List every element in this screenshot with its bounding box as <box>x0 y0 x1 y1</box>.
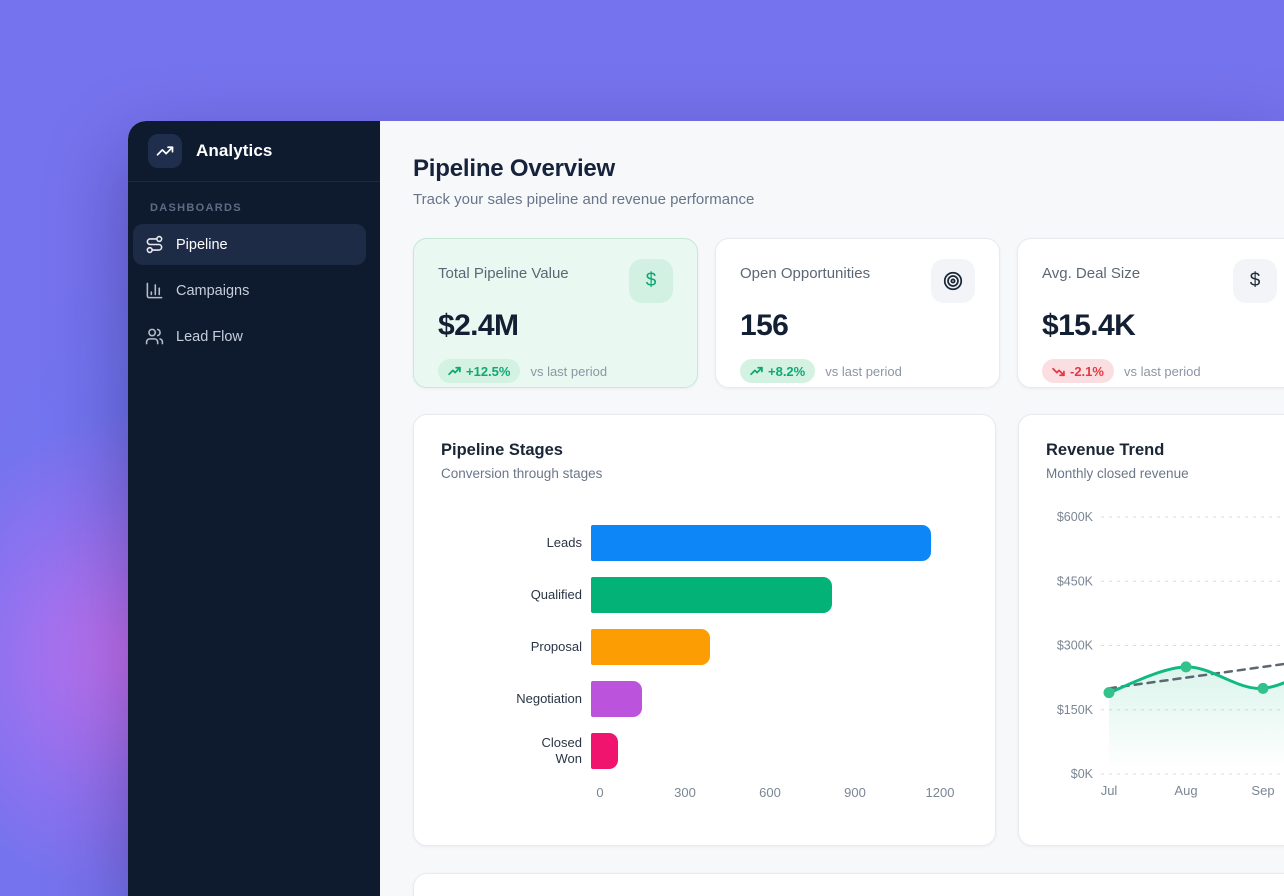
compare-label: vs last period <box>1124 364 1201 379</box>
sidebar-item-label: Pipeline <box>176 237 228 253</box>
dollar-icon: $ <box>629 259 673 303</box>
delta-badge: +12.5% <box>438 359 520 383</box>
sidebar-item-lead-flow[interactable]: Lead Flow <box>133 316 366 357</box>
kpi-label: Avg. Deal Size <box>1042 261 1140 282</box>
kpi-value: 156 <box>740 309 975 343</box>
y-tick-label: $600K <box>1057 510 1094 524</box>
additional-panel <box>413 873 1284 896</box>
revenue-chart-svg: $0K $150K $300K $450K $600K Jul Aug Sep <box>1046 507 1284 807</box>
kpi-value: $2.4M <box>438 309 673 343</box>
bar-chart-icon <box>145 281 164 300</box>
funnel-rows: Leads Qualified Proposal Negotiation ClosedW… <box>441 525 968 769</box>
x-tick-label: 1200 <box>926 785 955 800</box>
sidebar-nav: Pipeline Campaigns Lead Flow <box>128 224 380 362</box>
compare-label: vs last period <box>825 364 902 379</box>
trending-up-logo-icon <box>148 134 182 168</box>
y-tick-label: $450K <box>1057 574 1094 588</box>
x-tick-label: Sep <box>1251 783 1274 798</box>
funnel-row: Leads <box>441 525 968 561</box>
users-icon <box>145 327 164 346</box>
x-tick-label: 0 <box>596 785 603 800</box>
funnel-category-label: Qualified <box>441 587 591 603</box>
funnel-category-label: Leads <box>441 535 591 551</box>
revenue-trend-card: Revenue Trend Monthly closed revenue $0K… <box>1018 414 1284 846</box>
funnel-chart: Leads Qualified Proposal Negotiation ClosedW… <box>441 525 968 803</box>
funnel-bar-closed-won <box>591 733 618 769</box>
kpi-label: Open Opportunities <box>740 261 870 282</box>
y-tick-label: $0K <box>1071 767 1094 781</box>
revenue-area-fill <box>1109 654 1284 774</box>
charts-row: Pipeline Stages Conversion through stage… <box>413 414 1284 846</box>
sidebar-item-label: Campaigns <box>176 283 249 299</box>
trending-up-icon <box>750 365 763 378</box>
chart-title: Pipeline Stages <box>441 441 968 460</box>
delta-value: +12.5% <box>466 364 510 379</box>
page-title: Pipeline Overview <box>413 155 1284 183</box>
funnel-category-label: Negotiation <box>441 691 591 707</box>
x-tick-label: Aug <box>1174 783 1197 798</box>
kpi-card-open-opportunities: Open Opportunities 156 +8.2% vs last per… <box>715 238 1000 388</box>
trending-down-icon <box>1052 365 1065 378</box>
kpi-card-avg-deal-size: Avg. Deal Size $ $15.4K -2.1% vs last pe… <box>1017 238 1284 388</box>
funnel-bar-leads <box>591 525 931 561</box>
funnel-x-axis: 03006009001200 <box>600 785 968 803</box>
x-tick-label: 900 <box>844 785 866 800</box>
funnel-row: Negotiation <box>441 681 968 717</box>
kpi-row: Total Pipeline Value $ $2.4M +12.5% vs l… <box>413 238 1284 388</box>
app-window: Analytics DASHBOARDS Pipeline Campaigns <box>128 121 1284 896</box>
sidebar-item-pipeline[interactable]: Pipeline <box>133 224 366 265</box>
target-icon <box>931 259 975 303</box>
sidebar-section-label: DASHBOARDS <box>150 202 380 214</box>
y-tick-label: $150K <box>1057 703 1094 717</box>
funnel-category-label: Proposal <box>441 639 591 655</box>
x-tick-label: 300 <box>674 785 696 800</box>
chart-subtitle: Monthly closed revenue <box>1046 466 1284 481</box>
delta-value: -2.1% <box>1070 364 1104 379</box>
compare-label: vs last period <box>530 364 607 379</box>
chart-title: Revenue Trend <box>1046 441 1284 460</box>
chart-subtitle: Conversion through stages <box>441 466 968 481</box>
sidebar-item-campaigns[interactable]: Campaigns <box>133 270 366 311</box>
delta-value: +8.2% <box>768 364 805 379</box>
page-subtitle: Track your sales pipeline and revenue pe… <box>413 191 1284 208</box>
data-point-dot <box>1181 661 1192 672</box>
data-point-dot <box>1258 683 1269 694</box>
trending-up-icon <box>448 365 461 378</box>
kpi-value: $15.4K <box>1042 309 1277 343</box>
main-content: Pipeline Overview Track your sales pipel… <box>380 121 1284 896</box>
delta-badge: -2.1% <box>1042 359 1114 383</box>
funnel-bar-negotiation <box>591 681 642 717</box>
kpi-card-total-pipeline-value: Total Pipeline Value $ $2.4M +12.5% vs l… <box>413 238 698 388</box>
route-icon <box>145 235 164 254</box>
kpi-label: Total Pipeline Value <box>438 261 569 282</box>
brand-title: Analytics <box>196 141 273 161</box>
dollar-icon: $ <box>1233 259 1277 303</box>
funnel-row: Proposal <box>441 629 968 665</box>
delta-badge: +8.2% <box>740 359 815 383</box>
sidebar: Analytics DASHBOARDS Pipeline Campaigns <box>128 121 380 896</box>
funnel-bar-qualified <box>591 577 832 613</box>
funnel-category-label: ClosedWon <box>441 735 591 766</box>
pipeline-stages-card: Pipeline Stages Conversion through stage… <box>413 414 996 846</box>
x-tick-label: Jul <box>1101 783 1118 798</box>
y-tick-label: $300K <box>1057 639 1094 653</box>
sidebar-item-label: Lead Flow <box>176 329 243 345</box>
funnel-row: ClosedWon <box>441 733 968 769</box>
data-point-dot <box>1104 687 1115 698</box>
x-tick-label: 600 <box>759 785 781 800</box>
funnel-row: Qualified <box>441 577 968 613</box>
funnel-bar-proposal <box>591 629 710 665</box>
logo-row: Analytics <box>128 121 380 182</box>
revenue-line-chart: $0K $150K $300K $450K $600K Jul Aug Sep <box>1046 507 1284 807</box>
